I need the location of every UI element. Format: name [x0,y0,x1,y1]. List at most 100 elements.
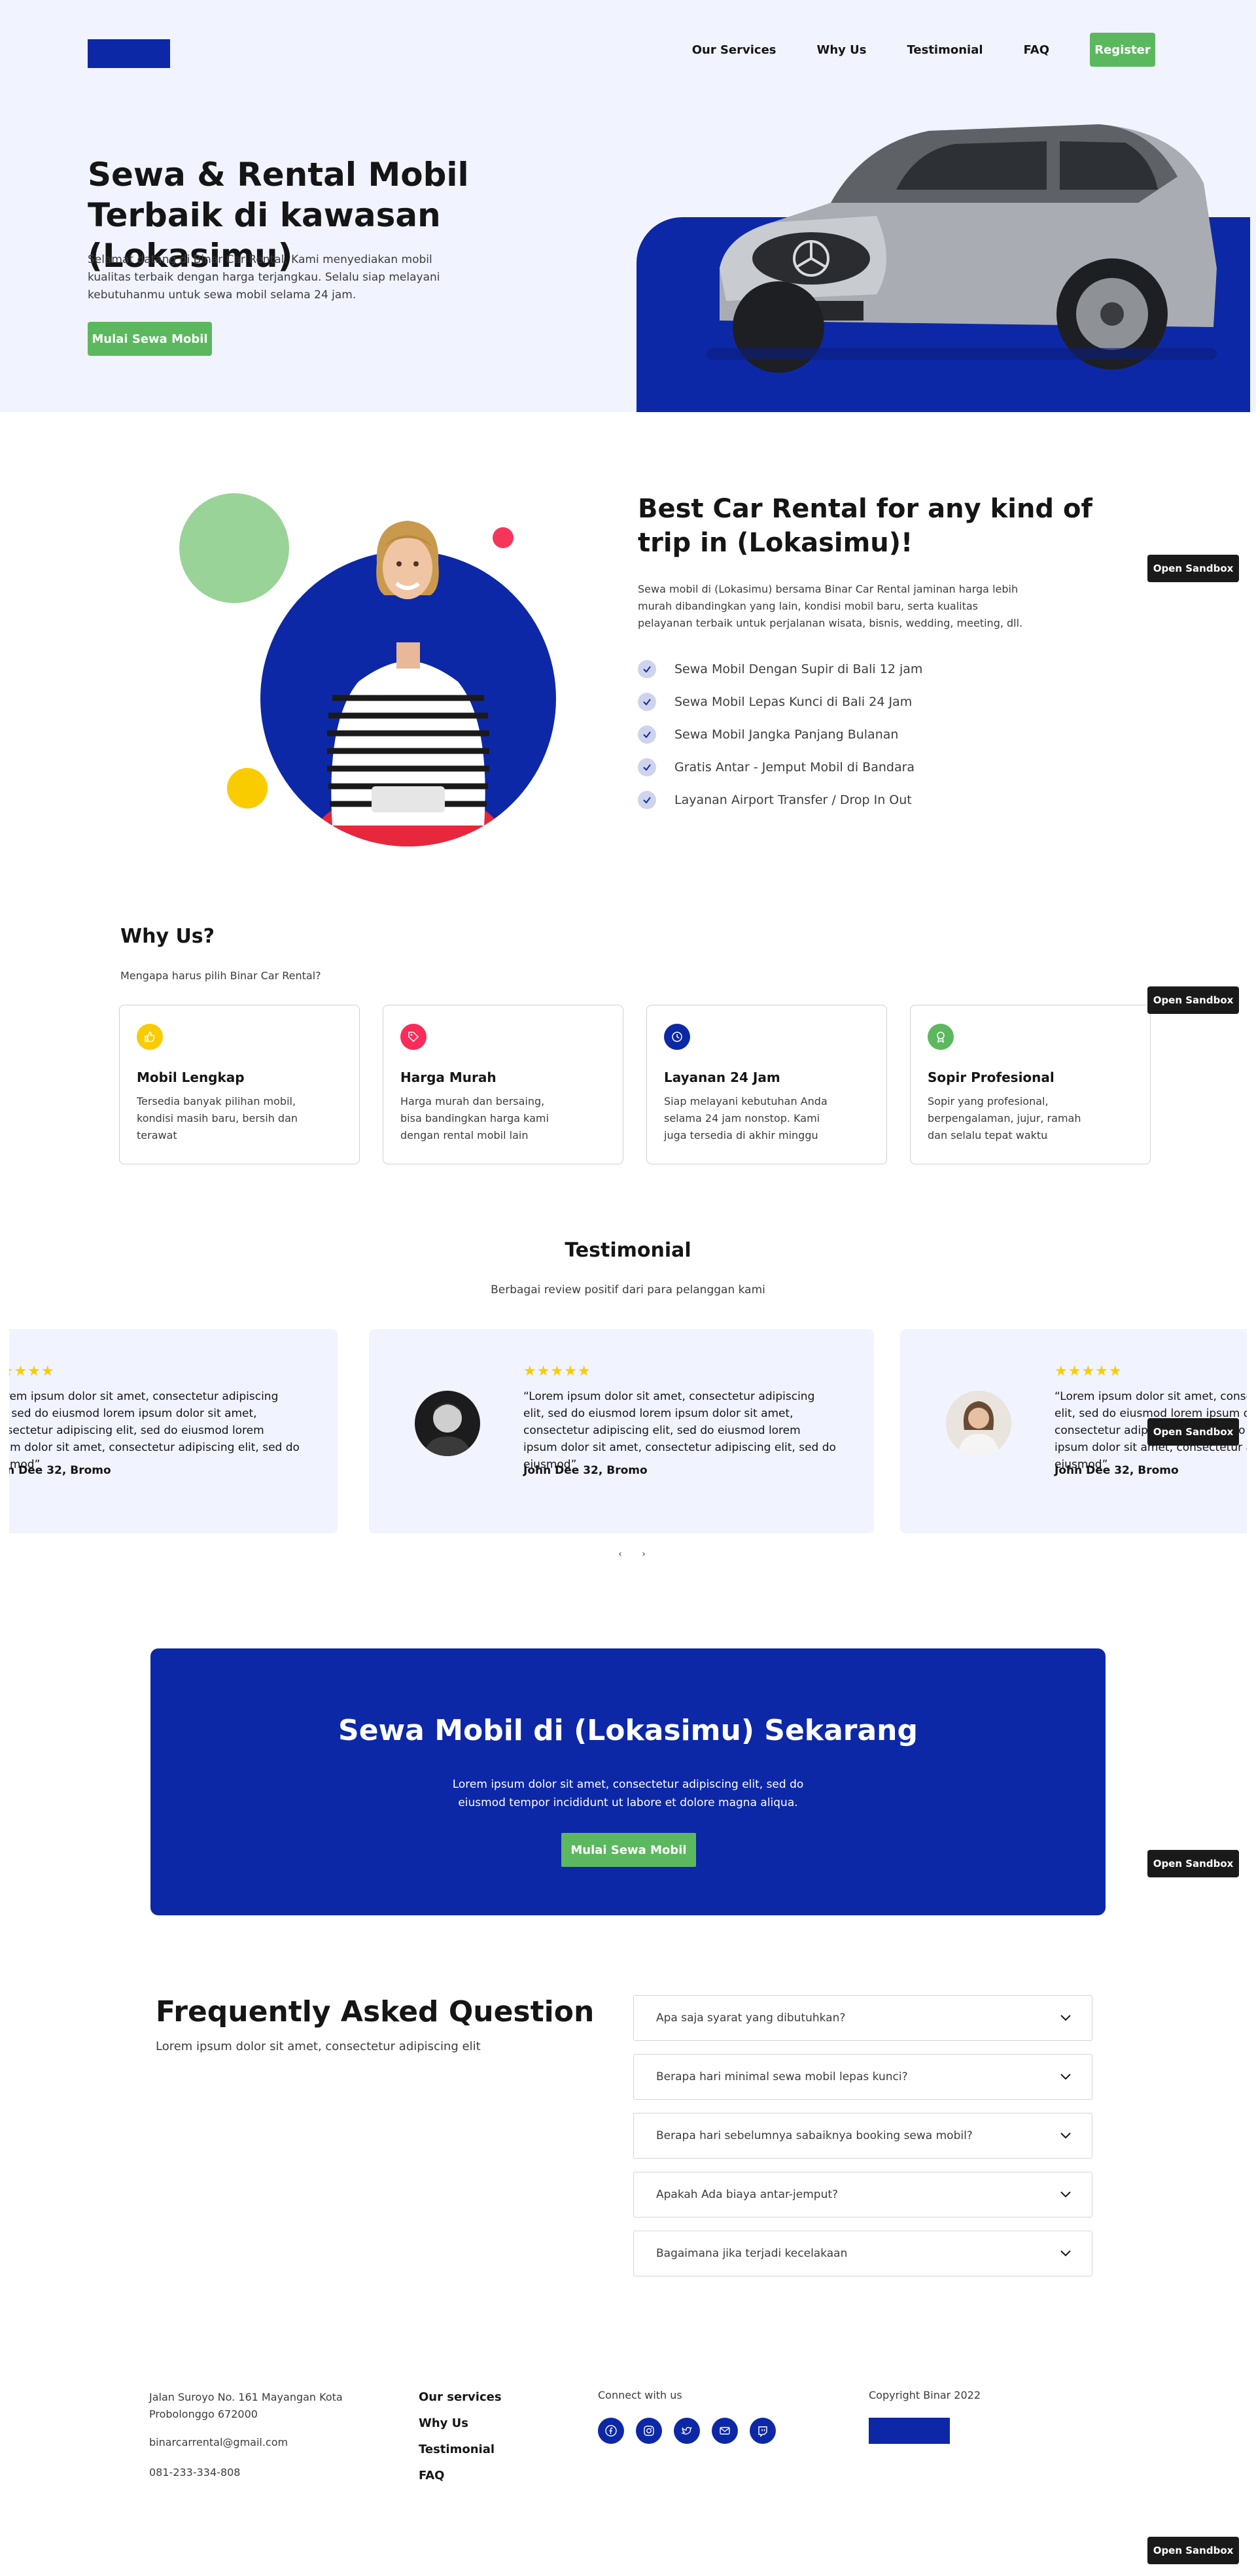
car-image [706,124,1217,373]
list-item: Sewa Mobil Dengan Supir di Bali 12 jam [638,653,922,686]
faq-item[interactable]: Bagaimana jika terjadi kecelakaan [633,2231,1092,2276]
rating-stars: ★★★★★ [1055,1363,1123,1380]
footer-phone: 081-233-334-808 [149,2466,241,2479]
footer-logo[interactable] [869,2418,950,2444]
faq-question: Apakah Ada biaya antar-jemput? [656,2188,839,2201]
faq-subtitle: Lorem ipsum dolor sit amet, consectetur … [156,2040,481,2053]
service-item-label: Sewa Mobil Dengan Supir di Bali 12 jam [674,662,923,676]
hero-cta-button[interactable]: Mulai Sewa Mobil [88,322,212,356]
service-item-label: Sewa Mobil Lepas Kunci di Bali 24 Jam [674,695,913,709]
footer-links: Our services Why Us Testimonial FAQ [419,2389,502,2494]
faq-item[interactable]: Berapa hari minimal sewa mobil lepas kun… [633,2054,1092,2100]
testimonial-card: ★★★★★ “Lorem ipsum dolor sit amet, conse… [9,1329,338,1533]
instagram-icon[interactable] [636,2418,662,2444]
cta-title: Sewa Mobil di (Lokasimu) Sekarang [338,1714,918,1747]
nav-testimonial[interactable]: Testimonial [907,43,983,57]
service-title: Best Car Rental for any kind of trip in … [638,494,1092,558]
faq-list: Apa saja syarat yang dibutuhkan? Berapa … [633,1995,1092,2289]
why-card-layanan-24-jam: Layanan 24 Jam Siap melayani kebutuhan A… [646,1005,887,1164]
check-icon [638,660,656,678]
open-sandbox-button[interactable]: Open Sandbox [1147,1418,1239,1446]
faq-item[interactable]: Apa saja syarat yang dibutuhkan? [633,1995,1092,2041]
list-item: Gratis Antar - Jemput Mobil di Bandara [638,751,922,784]
why-us-cards: Mobil Lengkap Tersedia banyak pilihan mo… [119,1005,1151,1164]
person-head [376,521,439,599]
rating-stars: ★★★★★ [9,1363,55,1380]
card-text: Harga murah dan bersaing, bisa bandingka… [400,1095,549,1141]
check-icon [638,693,656,711]
why-us-subtitle: Mengapa harus pilih Binar Car Rental? [120,969,321,982]
chevron-down-icon [1060,2015,1071,2021]
card-title: Harga Murah [400,1070,497,1085]
faq-question: Apa saja syarat yang dibutuhkan? [656,2011,846,2025]
testimonial-subtitle: Berbagai review positif dari para pelang… [491,1283,765,1297]
service-item-label: Gratis Antar - Jemput Mobil di Bandara [674,760,915,775]
card-title: Sopir Profesional [928,1070,1055,1085]
logo[interactable] [88,39,170,68]
why-card-mobil-lengkap: Mobil Lengkap Tersedia banyak pilihan mo… [119,1005,360,1164]
chevron-down-icon [1060,2132,1071,2139]
check-icon [638,791,656,809]
open-sandbox-button[interactable]: Open Sandbox [1147,555,1239,582]
award-icon [928,1024,954,1050]
twitter-icon[interactable] [674,2418,700,2444]
footer-connect-label: Connect with us [598,2389,682,2401]
card-title: Mobil Lengkap [137,1070,245,1085]
main-nav: Our Services Why Us Testimonial FAQ Regi… [692,33,1155,67]
hero-section: Our Services Why Us Testimonial FAQ Regi… [0,0,1256,412]
faq-item[interactable]: Apakah Ada biaya antar-jemput? [633,2172,1092,2218]
cta-text: Lorem ipsum dolor sit amet, consectetur … [452,1778,804,1809]
card-text: Siap melayani kebutuhan Anda selama 24 j… [664,1095,828,1141]
clock-icon [664,1024,690,1050]
faq-item[interactable]: Berapa hari sebelumnya sabaiknya booking… [633,2113,1092,2159]
testimonial-author: John Dee 32, Bromo [523,1464,648,1477]
testimonial-carousel[interactable]: ★★★★★ “Lorem ipsum dolor sit amet, conse… [9,1329,1247,1533]
cta-banner: Sewa Mobil di (Lokasimu) Sekarang Lorem … [150,1648,1106,1915]
list-item: Layanan Airport Transfer / Drop In Out [638,784,922,816]
avatar [946,1391,1011,1456]
footer-link-our-services[interactable]: Our services [419,2389,502,2415]
card-text: Sopir yang profesional, berpengalaman, j… [928,1095,1081,1141]
nav-our-services[interactable]: Our Services [692,43,776,57]
open-sandbox-button[interactable]: Open Sandbox [1147,986,1239,1014]
twitch-icon[interactable] [750,2418,776,2444]
cta-button[interactable]: Mulai Sewa Mobil [561,1833,696,1867]
card-text: Tersedia banyak pilihan mobil, kondisi m… [137,1095,298,1141]
facebook-icon[interactable] [598,2418,624,2444]
nav-faq[interactable]: FAQ [1024,43,1049,57]
check-icon [638,758,656,776]
footer-address: Jalan Suroyo No. 161 Mayangan Kota Probo… [149,2391,343,2420]
testimonial-card: ★★★★★ “Lorem ipsum dolor sit amet, conse… [369,1329,874,1533]
footer-link-faq[interactable]: FAQ [419,2467,502,2494]
footer-link-why-us[interactable]: Why Us [419,2415,502,2441]
nav-why-us[interactable]: Why Us [817,43,867,57]
avatar [415,1391,480,1456]
chevron-right-icon[interactable]: › [638,1549,649,1559]
service-list: Sewa Mobil Dengan Supir di Bali 12 jam S… [638,653,922,816]
testimonial-quote: “Lorem ipsum dolor sit amet, consectetur… [9,1390,300,1471]
register-button[interactable]: Register [1090,33,1155,67]
why-card-harga-murah: Harga Murah Harga murah dan bersaing, bi… [383,1005,623,1164]
carousel-arrows: ‹ › [608,1549,655,1559]
faq-question: Berapa hari minimal sewa mobil lepas kun… [656,2070,908,2083]
service-item-label: Layanan Airport Transfer / Drop In Out [674,793,912,807]
card-title: Layanan 24 Jam [664,1070,780,1085]
chevron-left-icon[interactable]: ‹ [615,1549,625,1559]
testimonial-title: Testimonial [565,1239,691,1262]
chevron-down-icon [1060,2250,1071,2257]
footer-link-testimonial[interactable]: Testimonial [419,2441,502,2467]
faq-title: Frequently Asked Question [156,1995,595,2028]
open-sandbox-button[interactable]: Open Sandbox [1147,1850,1239,1877]
service-description: Sewa mobil di (Lokasimu) bersama Binar C… [638,583,1023,629]
social-links [598,2418,788,2444]
chevron-down-icon [1060,2074,1071,2080]
faq-question: Bagaimana jika terjadi kecelakaan [656,2247,848,2260]
open-sandbox-button[interactable]: Open Sandbox [1147,2537,1239,2564]
check-icon [638,725,656,744]
mail-icon[interactable] [712,2418,738,2444]
service-item-label: Sewa Mobil Jangka Panjang Bulanan [674,727,899,742]
testimonial-author: John Dee 32, Bromo [1055,1464,1179,1477]
hero-description: Selamat datang di Binar Car Rental. Kami… [88,253,440,302]
faq-question: Berapa hari sebelumnya sabaiknya booking… [656,2129,973,2142]
testimonial-author: John Dee 32, Bromo [9,1464,111,1477]
